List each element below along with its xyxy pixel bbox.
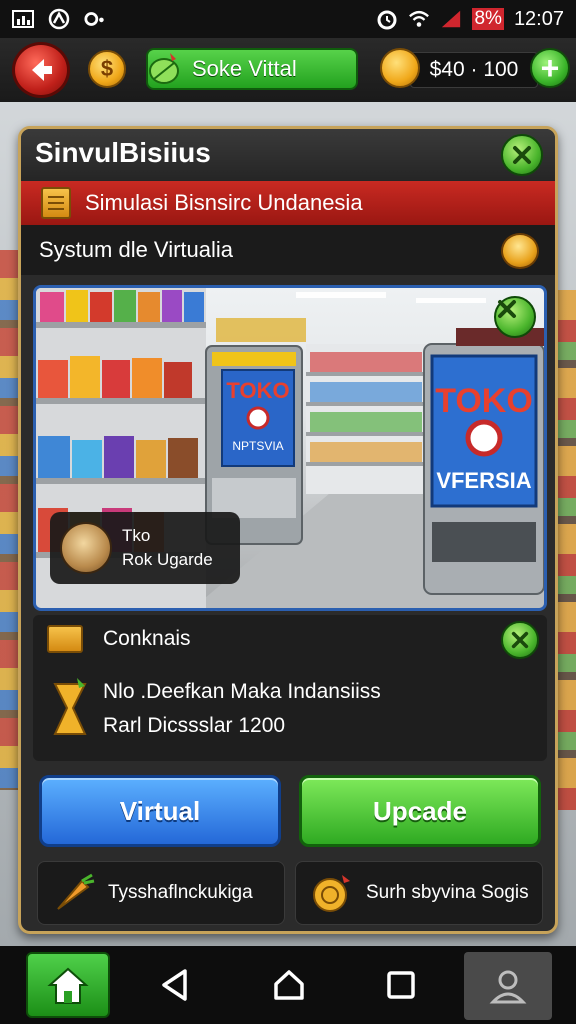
- kiosk-right-title: TOKO: [435, 382, 533, 420]
- background-shelf-right: [558, 290, 576, 810]
- mode-button[interactable]: Soke Vittal: [146, 48, 358, 90]
- info-close-button[interactable]: [501, 621, 539, 659]
- tooltip-subtitle: Rok Ugarde: [122, 550, 213, 569]
- top-hud: $ Soke Vittal $40 · 100 +: [0, 38, 576, 102]
- navigation-bar: [0, 946, 576, 1024]
- square-recents-icon: [387, 971, 415, 999]
- info-header: Conknais: [47, 625, 191, 653]
- battery-percentage: 8%: [472, 8, 504, 30]
- secondary-right-label: Surh sbyvina Sogis: [366, 882, 529, 903]
- info-section: Conknais Nlo .Deefkan Maka Indansiiss Ra…: [33, 615, 547, 761]
- store-scene[interactable]: TOKO NPTSVIA TOKO VFERSIA Tko Rok Ugarde: [33, 285, 547, 611]
- info-line-1: Nlo .Deefkan Maka Indansiiss: [103, 680, 381, 703]
- panel-subtitle-bar: Systum dle Virtualia: [21, 225, 555, 275]
- info-body: Nlo .Deefkan Maka Indansiiss Rarl Dicsss…: [51, 675, 381, 743]
- virtual-button[interactable]: Virtual: [39, 775, 281, 847]
- kiosk-right: [423, 328, 544, 595]
- carrot-icon: [57, 873, 95, 910]
- panel-banner: Simulasi Bisnsirc Undanesia: [21, 181, 555, 225]
- secondary-left-label: Tysshaflnckukiga: [108, 882, 253, 903]
- close-icon: [511, 631, 529, 649]
- panel-close-button[interactable]: [501, 134, 543, 176]
- money-display: $40 · 100 +: [380, 48, 570, 94]
- panel-subtitle: Systum dle Virtualia: [39, 237, 234, 262]
- nav-recents-button[interactable]: [378, 962, 424, 1008]
- home-icon: [47, 967, 89, 1004]
- coin-shield-icon: [313, 875, 350, 912]
- gallery-icon: [12, 9, 34, 29]
- wifi-icon: [408, 9, 430, 29]
- secondary-button-right[interactable]: Surh sbyvina Sogis: [295, 861, 543, 925]
- tooltip-title: Tko: [122, 526, 151, 545]
- secondary-button-left[interactable]: Tysshaflnckukiga: [37, 861, 285, 925]
- clock: 12:07: [513, 7, 564, 30]
- back-button[interactable]: [12, 42, 70, 98]
- profile-button[interactable]: [464, 952, 552, 1020]
- info-header-label: Conknais: [103, 627, 191, 650]
- panel-title: SinvulBisiius: [35, 137, 211, 168]
- add-money-button[interactable]: +: [530, 48, 570, 88]
- coin-shop-button[interactable]: $: [88, 50, 126, 88]
- status-bar: 8% 12:07: [0, 0, 576, 38]
- user-icon: [489, 970, 527, 1004]
- coin-symbol: $: [100, 56, 114, 81]
- store-tooltip[interactable]: Tko Rok Ugarde: [50, 512, 240, 584]
- business-panel: SinvulBisiius Simulasi Bisnsirc Undanesi…: [18, 126, 558, 934]
- money-bag-icon: [60, 522, 112, 574]
- info-line-2: Rarl Dicssslar 1200: [103, 714, 286, 737]
- banner-label: Simulasi Bisnsirc Undanesia: [85, 190, 363, 215]
- nav-back-button[interactable]: [152, 962, 198, 1008]
- plus-icon: +: [540, 50, 560, 86]
- gold-pot-icon[interactable]: [501, 233, 539, 269]
- hourglass-icon: [53, 678, 87, 735]
- notification-dot-icon: [84, 9, 106, 29]
- back-arrow-icon: [32, 59, 52, 81]
- money-coin-icon: [380, 48, 420, 88]
- kiosk-center-title: TOKO: [226, 378, 289, 403]
- panel-header: SinvulBisiius: [21, 129, 555, 181]
- upgrade-button[interactable]: Upcade: [299, 775, 541, 847]
- scene-close-button[interactable]: [494, 296, 536, 338]
- money-value: $40 · 100: [410, 52, 538, 88]
- house-outline-icon: [274, 970, 304, 1000]
- kiosk-center-subtitle: NPTSVIA: [232, 439, 283, 453]
- alarm-icon: [376, 9, 398, 30]
- leaf-icon: [149, 53, 179, 84]
- home-button[interactable]: [26, 952, 110, 1018]
- nav-home-button[interactable]: [266, 962, 312, 1008]
- app-logo-icon: [48, 8, 70, 30]
- document-icon: [41, 187, 71, 219]
- close-icon: [513, 146, 531, 164]
- mode-label: Soke Vittal: [192, 56, 297, 81]
- triangle-back-icon: [162, 969, 187, 1001]
- close-icon: [498, 300, 516, 318]
- kiosk-right-subtitle: VFERSIA: [436, 468, 531, 493]
- ticket-icon: [47, 625, 83, 653]
- signal-icon: [440, 9, 462, 29]
